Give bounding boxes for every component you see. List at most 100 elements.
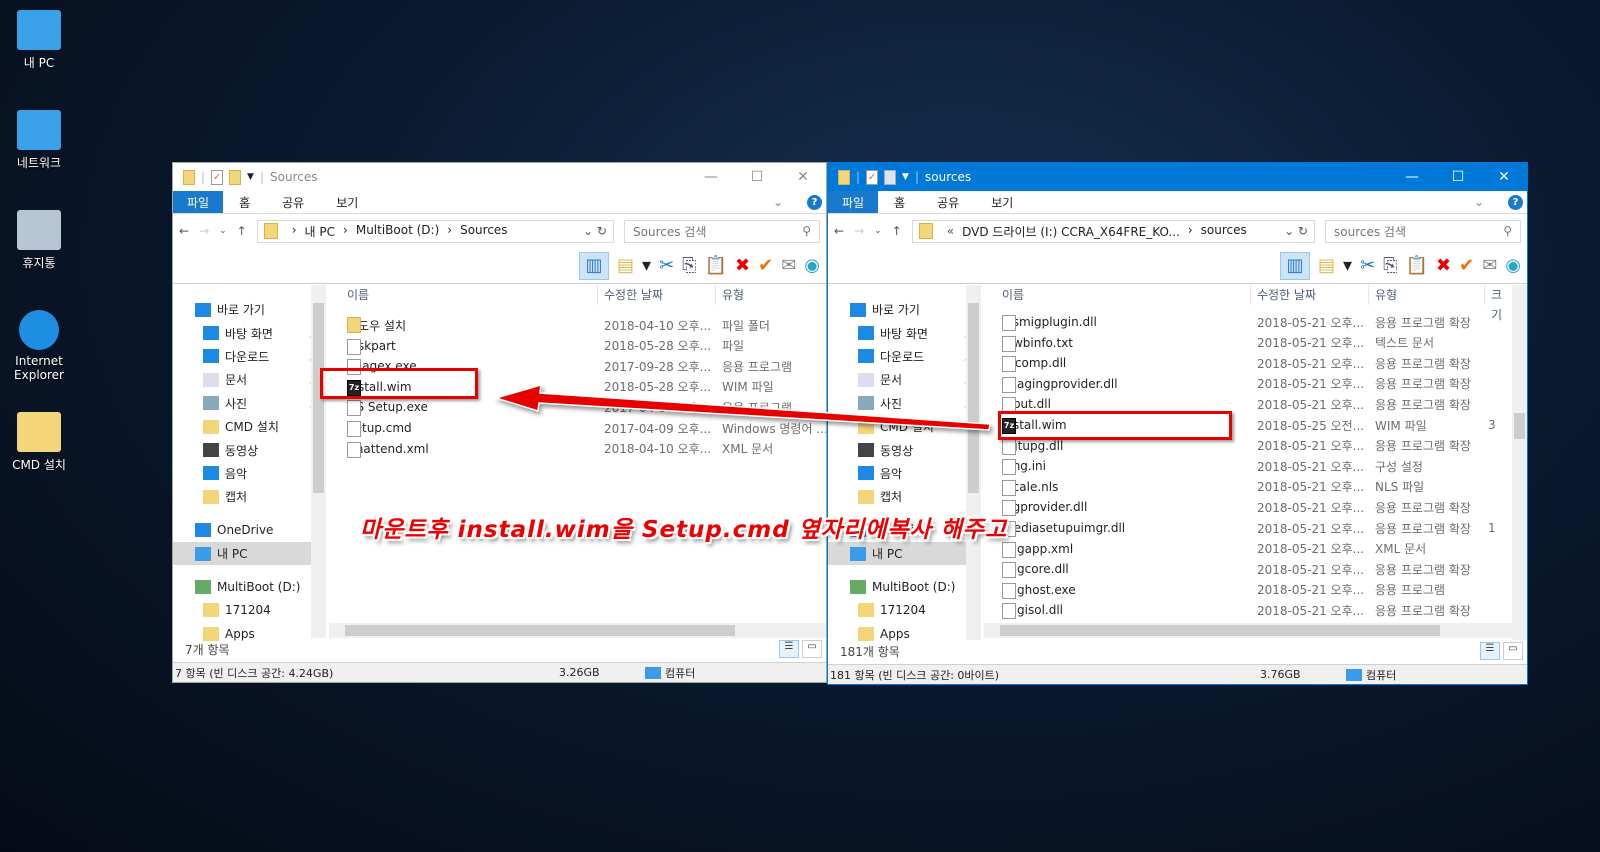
desktop-icon-1[interactable]: 네트워크 <box>0 110 78 171</box>
new-folder-icon[interactable] <box>884 169 897 185</box>
dropdown-icon[interactable]: ▾ <box>642 255 651 276</box>
recent-dropdown[interactable]: ⌄ <box>219 226 227 236</box>
nav-item[interactable]: MultiBoot (D:) <box>173 575 325 598</box>
horizontal-scrollbar[interactable] <box>329 623 826 638</box>
file-row[interactable]: 윈도우 설치 2018-04-10 오후... 파일 폴더 <box>329 315 826 335</box>
file-row[interactable]: imagingprovider.dll 2018-05-21 오후... 응용 프로… <box>984 374 1512 394</box>
expand-ribbon-chevron-icon[interactable]: ⌄ <box>757 195 799 209</box>
close-button[interactable]: ✕ <box>1481 163 1527 191</box>
quick-access-dropdown-icon[interactable]: ▼ <box>902 172 909 182</box>
file-row[interactable]: migapp.xml 2018-05-21 오후... XML 문서 <box>984 539 1512 559</box>
recent-dropdown[interactable]: ⌄ <box>874 226 882 236</box>
forward-button[interactable]: → <box>854 224 864 238</box>
file-row[interactable]: locale.nls 2018-05-21 오후... NLS 파일 <box>984 477 1512 497</box>
file-row[interactable]: diskpart 2018-05-28 오후... 파일 <box>329 336 826 356</box>
nav-item[interactable]: CMD 설치 <box>173 415 325 438</box>
nav-item[interactable]: 171204 <box>828 599 980 622</box>
desktop-icon-2[interactable]: 휴지통 <box>0 210 78 271</box>
file-row[interactable]: iasmigplugin.dll 2018-05-21 오후... 응용 프로그램 … <box>984 312 1512 332</box>
breadcrumb-separator[interactable]: › <box>447 223 452 240</box>
file-list-scrollbar[interactable] <box>1512 285 1527 640</box>
help-icon[interactable]: ? <box>807 194 822 210</box>
check-icon[interactable]: ✔ <box>758 255 773 276</box>
maximize-button[interactable]: ☐ <box>734 163 780 191</box>
close-button[interactable]: ✕ <box>780 163 826 191</box>
shell-icon[interactable]: ◉ <box>1505 255 1521 276</box>
mail-icon[interactable]: ✉ <box>1482 255 1497 276</box>
copy-icon[interactable]: ⎘ <box>682 255 696 276</box>
desktop-icon-3[interactable]: Internet Explorer <box>0 310 78 382</box>
nav-item[interactable]: 바로 가기 <box>173 298 325 321</box>
quick-access-dropdown-icon[interactable]: ▼ <box>247 172 254 182</box>
mail-icon[interactable]: ✉ <box>781 255 796 276</box>
nav-item[interactable]: 문서📌 <box>173 368 325 391</box>
breadcrumb-separator[interactable]: › <box>343 223 348 240</box>
column-header-0[interactable]: 이름 <box>329 285 369 305</box>
column-header-2[interactable]: 유형 <box>715 285 744 305</box>
up-button[interactable]: ↑ <box>237 224 247 238</box>
copy-icon[interactable]: ⎘ <box>1383 255 1397 276</box>
desktop-icon-0[interactable]: 내 PC <box>0 10 78 71</box>
nav-item[interactable]: 171204 <box>173 599 325 622</box>
breadcrumb-item[interactable]: Sources <box>460 223 507 240</box>
preview-pane-icon[interactable]: ▥ <box>1280 251 1311 280</box>
title-bar[interactable]: | ✓ ▼ | Sources — ☐ ✕ <box>173 163 826 191</box>
nav-item[interactable]: 음악 <box>173 462 325 485</box>
maximize-button[interactable]: ☐ <box>1435 163 1481 191</box>
tab-2[interactable]: 공유 <box>266 191 320 213</box>
tab-0[interactable]: 파일 <box>828 191 879 213</box>
tab-1[interactable]: 홈 <box>878 191 921 213</box>
file-row[interactable]: mediasetupuimgr.dll 2018-05-21 오후... 응용 프로… <box>984 518 1512 538</box>
folder-options-icon[interactable]: ▤ <box>617 255 634 276</box>
breadcrumb-item[interactable]: MultiBoot (D:) <box>356 223 439 240</box>
new-folder-icon[interactable] <box>229 169 242 185</box>
large-icons-view-button[interactable]: ▭ <box>1503 642 1523 660</box>
nav-item[interactable]: 사진📌 <box>173 392 325 415</box>
shell-icon[interactable]: ◉ <box>804 255 820 276</box>
up-button[interactable]: ↑ <box>892 224 902 238</box>
nav-item[interactable]: OneDrive <box>173 519 325 542</box>
address-bar[interactable]: › 내 PC › MultiBoot (D:) › Sources ⌄ ↻ <box>256 219 614 243</box>
file-row[interactable]: iiscomp.dll 2018-05-21 오후... 응용 프로그램 확장 <box>984 353 1512 373</box>
column-header-1[interactable]: 수정한 날짜 <box>597 285 663 305</box>
cut-icon[interactable]: ✂ <box>1360 255 1375 276</box>
dropdown-icon[interactable]: ▾ <box>1343 255 1352 276</box>
nav-item[interactable]: 다운로드📌 <box>828 345 980 368</box>
back-button[interactable]: ← <box>179 224 189 238</box>
breadcrumb-item[interactable]: sources <box>1201 223 1247 240</box>
folder-options-icon[interactable]: ▤ <box>1318 255 1335 276</box>
delete-icon[interactable]: ✖ <box>735 255 750 276</box>
delete-icon[interactable]: ✖ <box>1436 255 1451 276</box>
title-bar[interactable]: | ✓ ▼ | sources — ☐ ✕ <box>828 163 1527 191</box>
column-header-0[interactable]: 이름 <box>984 285 1024 305</box>
file-row[interactable]: logprovider.dll 2018-05-21 오후... 응용 프로그램 확… <box>984 497 1512 517</box>
column-header-1[interactable]: 수정한 날짜 <box>1250 285 1316 305</box>
properties-icon[interactable]: ✓ <box>211 169 224 185</box>
nav-item[interactable]: 캡처 <box>173 485 325 508</box>
breadcrumb-item[interactable]: 내 PC <box>305 223 335 240</box>
details-view-button[interactable]: ☰ <box>779 640 799 658</box>
file-row[interactable]: Setup.cmd 2017-04-09 오후... Windows 명령어 ... <box>329 418 826 438</box>
tab-3[interactable]: 보기 <box>975 191 1029 213</box>
nav-item[interactable]: 문서📌 <box>828 368 980 391</box>
file-row[interactable]: OS Setup.exe 2017-04-09 오후... 응용 프로그램 <box>329 397 826 417</box>
paste-icon[interactable]: 📋 <box>705 255 727 276</box>
back-button[interactable]: ← <box>834 224 844 238</box>
paste-icon[interactable]: 📋 <box>1406 255 1428 276</box>
tab-3[interactable]: 보기 <box>320 191 374 213</box>
nav-scrollbar[interactable] <box>966 285 981 640</box>
minimize-button[interactable]: — <box>1389 163 1435 191</box>
nav-item[interactable]: 바로 가기 <box>828 298 980 321</box>
file-row[interactable]: mighost.exe 2018-05-21 오후... 응용 프로그램 <box>984 580 1512 600</box>
desktop-icon-4[interactable]: CMD 설치 <box>0 412 78 473</box>
file-row[interactable]: idwbinfo.txt 2018-05-21 오후... 텍스트 문서 <box>984 333 1512 353</box>
nav-item[interactable]: 다운로드📌 <box>173 345 325 368</box>
nav-item[interactable]: CMD 설치 <box>828 415 980 438</box>
check-icon[interactable]: ✔ <box>1459 255 1474 276</box>
nav-item[interactable]: 음악 <box>828 462 980 485</box>
tab-2[interactable]: 공유 <box>921 191 975 213</box>
nav-item[interactable]: MultiBoot (D:) <box>828 575 980 598</box>
address-bar[interactable]: «DVD 드라이브 (I:) CCRA_X64FRE_KO... › sources… <box>911 219 1315 243</box>
nav-scrollbar[interactable] <box>311 285 326 638</box>
cut-icon[interactable]: ✂ <box>659 255 674 276</box>
